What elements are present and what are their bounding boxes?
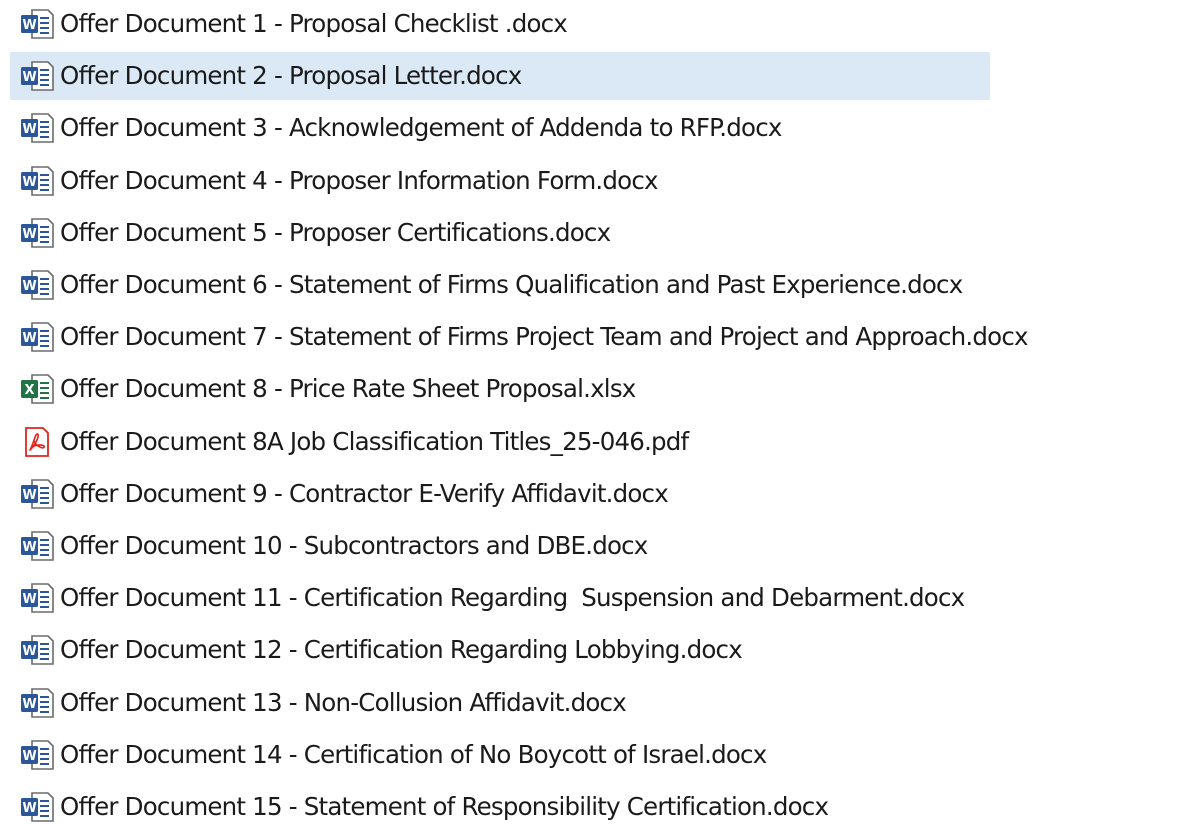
file-name-label: Offer Document 10 - Subcontractors and D…	[60, 531, 648, 560]
svg-text:W: W	[22, 488, 36, 503]
svg-text:W: W	[22, 175, 36, 190]
file-list-item[interactable]: W Offer Document 13 - Non-Collusion Affi…	[10, 679, 1189, 727]
file-name-label: Offer Document 8A Job Classification Tit…	[60, 426, 689, 456]
svg-text:W: W	[22, 227, 36, 242]
file-list-item[interactable]: W Offer Document 12 - Certification Rega…	[10, 626, 1189, 674]
file-list-item[interactable]: W Offer Document 1 - Proposal Checklist …	[10, 0, 1189, 48]
file-name-label: Offer Document 11 - Certification Regard…	[60, 583, 965, 613]
svg-text:W: W	[22, 592, 36, 607]
file-list-item[interactable]: X Offer Document 8 - Price Rate Sheet Pr…	[10, 365, 1189, 413]
file-list-item[interactable]: W Offer Document 3 - Acknowledgement of …	[10, 104, 1189, 152]
file-list: W Offer Document 1 - Proposal Checklist …	[0, 0, 1189, 824]
file-name-label: Offer Document 12 - Certification Regard…	[60, 635, 743, 665]
file-list-item[interactable]: W Offer Document 14 - Certification of N…	[10, 731, 1189, 779]
file-name-label: Offer Document 8 - Price Rate Sheet Prop…	[60, 374, 636, 404]
file-list-item[interactable]: W Offer Document 7 - Statement of Firms …	[10, 313, 1189, 361]
word-doc-icon: W	[18, 686, 58, 720]
svg-text:W: W	[22, 331, 36, 346]
file-list-item[interactable]: W Offer Document 4 - Proposer Informatio…	[10, 157, 1189, 205]
word-doc-icon: W	[18, 59, 58, 93]
file-list-item[interactable]: W Offer Document 6 - Statement of Firms …	[10, 261, 1189, 309]
word-doc-icon: W	[18, 477, 58, 511]
excel-sheet-icon: X	[18, 372, 58, 406]
file-name-label: Offer Document 5 - Proposer Certificatio…	[60, 217, 611, 247]
word-doc-icon: W	[18, 633, 58, 667]
file-name-label: Offer Document 6 - Statement of Firms Qu…	[60, 270, 963, 299]
svg-text:X: X	[24, 383, 34, 398]
word-doc-icon: W	[18, 790, 58, 824]
word-doc-icon: W	[18, 216, 58, 250]
file-list-item[interactable]: W Offer Document 9 - Contractor E-Verify…	[10, 470, 1189, 518]
file-list-item[interactable]: W Offer Document 11 - Certification Rega…	[10, 574, 1189, 622]
pdf-icon	[18, 425, 58, 459]
svg-text:W: W	[22, 70, 36, 85]
file-list-item[interactable]: W Offer Document 5 - Proposer Certificat…	[10, 209, 1189, 257]
word-doc-icon: W	[18, 738, 58, 772]
svg-text:W: W	[22, 749, 36, 764]
svg-text:W: W	[22, 644, 36, 659]
file-list-item[interactable]: W Offer Document 2 - Proposal Letter.doc…	[10, 52, 990, 101]
svg-text:W: W	[22, 540, 36, 555]
word-doc-icon: W	[18, 164, 58, 198]
svg-text:W: W	[22, 697, 36, 712]
word-doc-icon: W	[18, 529, 58, 563]
file-name-label: Offer Document 2 - Proposal Letter.docx	[60, 61, 522, 91]
word-doc-icon: W	[18, 320, 58, 354]
file-name-label: Offer Document 9 - Contractor E-Verify A…	[60, 478, 669, 508]
file-name-label: Offer Document 7 - Statement of Firms Pr…	[60, 322, 1029, 352]
word-doc-icon: W	[18, 581, 58, 615]
file-name-label: Offer Document 15 - Statement of Respons…	[60, 792, 829, 821]
file-list-item[interactable]: Offer Document 8A Job Classification Tit…	[10, 418, 1189, 466]
file-list-item[interactable]: W Offer Document 10 - Subcontractors and…	[10, 522, 1189, 570]
file-name-label: Offer Document 1 - Proposal Checklist .d…	[60, 9, 568, 38]
word-doc-icon: W	[18, 7, 58, 41]
file-name-label: Offer Document 14 - Certification of No …	[60, 739, 767, 769]
svg-text:W: W	[22, 122, 36, 137]
file-name-label: Offer Document 4 - Proposer Information …	[60, 165, 659, 195]
svg-text:W: W	[22, 18, 36, 33]
file-name-label: Offer Document 3 - Acknowledgement of Ad…	[60, 113, 782, 143]
file-list-item[interactable]: W Offer Document 15 - Statement of Respo…	[10, 783, 1189, 824]
word-doc-icon: W	[18, 111, 58, 145]
svg-text:W: W	[22, 801, 36, 816]
svg-text:W: W	[22, 279, 36, 294]
word-doc-icon: W	[18, 268, 58, 302]
file-name-label: Offer Document 13 - Non-Collusion Affida…	[60, 687, 627, 717]
